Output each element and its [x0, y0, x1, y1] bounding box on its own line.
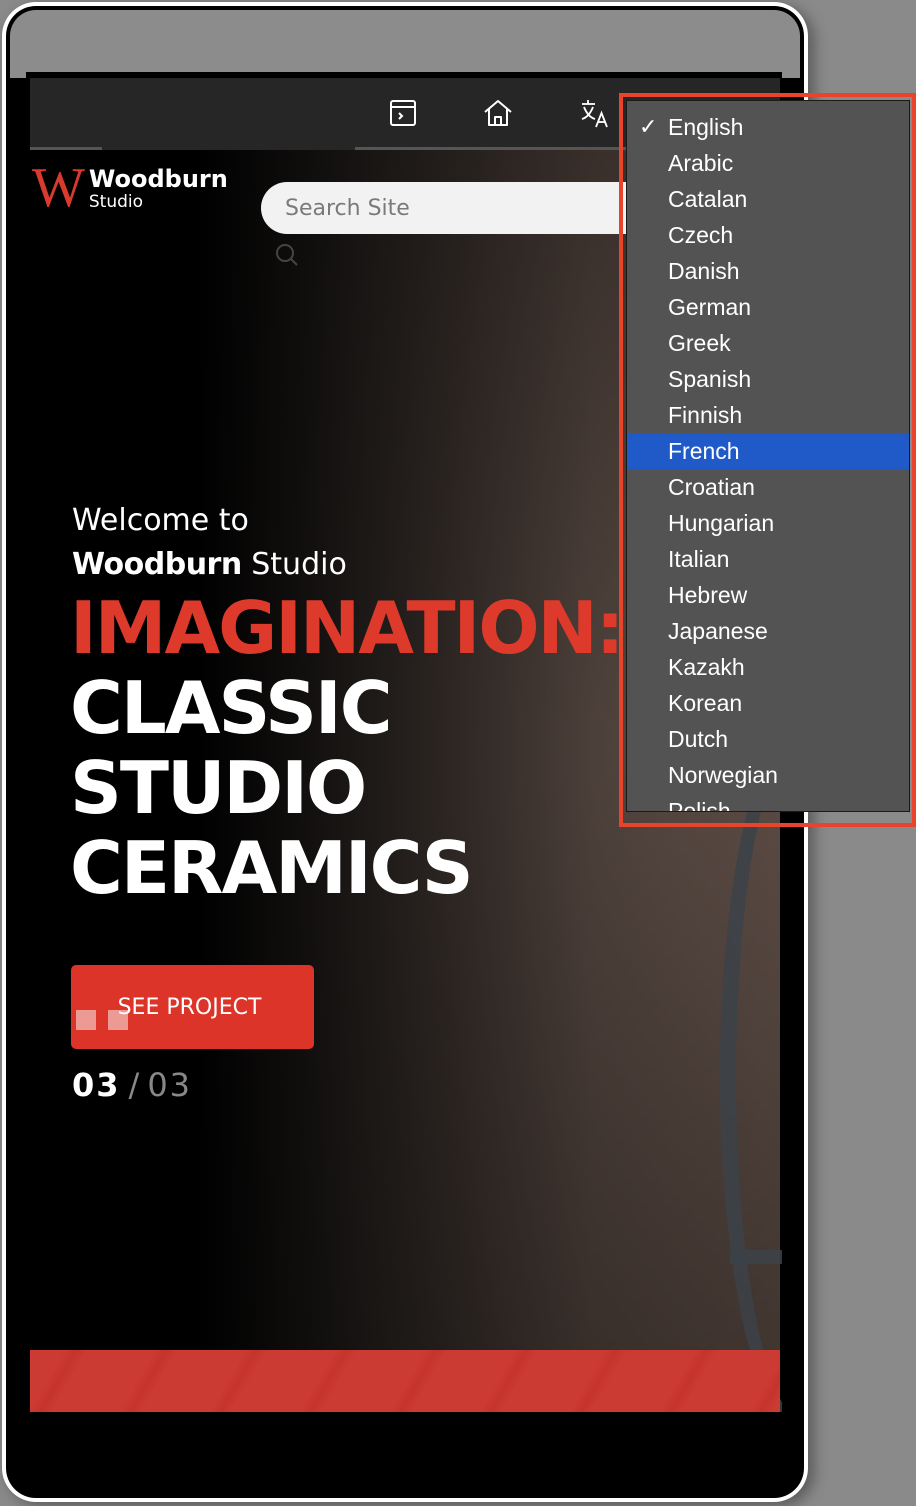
terminal-window-icon[interactable] — [386, 96, 420, 130]
slide-separator: / — [128, 1066, 142, 1104]
logo-mark: W — [32, 157, 85, 219]
headline-red-line: IMAGINATION: — [70, 586, 625, 670]
language-option-label: Japanese — [668, 618, 768, 644]
language-option-greek[interactable]: Greek — [627, 325, 909, 361]
language-option-label: Finnish — [668, 402, 743, 428]
headline-line-3: CERAMICS — [70, 826, 474, 910]
checkmark-icon: ✓ — [639, 114, 658, 139]
language-option-english[interactable]: ✓ English — [627, 109, 909, 145]
search-input[interactable] — [283, 194, 661, 222]
slide-current: 03 — [72, 1066, 121, 1104]
language-option-label: Italian — [668, 546, 730, 572]
language-option-italian[interactable]: Italian — [627, 541, 909, 577]
logo-name: Woodburn — [88, 165, 228, 193]
site-logo[interactable]: W Woodburn Studio — [32, 157, 228, 219]
language-option-label: Korean — [668, 690, 743, 716]
home-icon[interactable] — [481, 96, 515, 130]
language-option-croatian[interactable]: Croatian — [627, 469, 909, 505]
language-option-label: Czech — [668, 222, 734, 248]
welcome-text: Welcome to — [72, 503, 249, 538]
language-option-catalan[interactable]: Catalan — [627, 181, 909, 217]
translate-icon[interactable] — [578, 96, 612, 130]
language-option-korean[interactable]: Korean — [627, 685, 909, 721]
language-option-label: Hebrew — [668, 582, 748, 608]
welcome-brand: Woodburn Studio — [72, 544, 347, 586]
search-icon[interactable] — [274, 242, 300, 268]
hero-background-detail — [730, 1250, 782, 1264]
language-option-japanese[interactable]: Japanese — [627, 613, 909, 649]
headline-line-1: CLASSIC — [70, 666, 393, 750]
language-option-hebrew[interactable]: Hebrew — [627, 577, 909, 613]
slider-dot-2[interactable] — [108, 1010, 128, 1030]
language-option-label: Hungarian — [668, 510, 775, 536]
language-option-french[interactable]: French — [627, 433, 909, 469]
device-bezel — [10, 10, 800, 78]
language-option-czech[interactable]: Czech — [627, 217, 909, 253]
language-option-label: Arabic — [668, 150, 734, 176]
language-option-label: Kazakh — [668, 654, 745, 680]
language-option-label: Catalan — [668, 186, 748, 212]
language-option-danish[interactable]: Danish — [627, 253, 909, 289]
language-option-label: Spanish — [668, 366, 752, 392]
language-option-label: Danish — [668, 258, 740, 284]
welcome-brand-bold: Woodburn — [72, 547, 242, 582]
language-option-finnish[interactable]: Finnish — [627, 397, 909, 433]
language-option-label: Norwegian — [668, 762, 778, 788]
slide-counter: 03/03 — [72, 1066, 192, 1104]
language-option-german[interactable]: German — [627, 289, 909, 325]
language-option-label: German — [668, 294, 752, 320]
see-project-button[interactable]: SEE PROJECT — [71, 965, 314, 1049]
search-box[interactable] — [261, 182, 661, 234]
language-option-label: French — [668, 438, 740, 464]
language-option-label: English — [668, 114, 744, 140]
language-option-hungarian[interactable]: Hungarian — [627, 505, 909, 541]
language-option-arabic[interactable]: Arabic — [627, 145, 909, 181]
language-option-polish[interactable]: Polish — [627, 793, 909, 812]
language-option-kazakh[interactable]: Kazakh — [627, 649, 909, 685]
language-option-norwegian[interactable]: Norwegian — [627, 757, 909, 793]
language-option-label: Polish — [668, 798, 731, 812]
logo-subtitle: Studio — [88, 192, 144, 212]
slide-total: 03 — [147, 1066, 193, 1104]
language-option-spanish[interactable]: Spanish — [627, 361, 909, 397]
headline-line-2: STUDIO — [70, 746, 367, 830]
slider-dot-1[interactable] — [76, 1010, 96, 1030]
red-footer-band — [30, 1350, 780, 1412]
language-option-label: Croatian — [668, 474, 755, 500]
language-option-label: Dutch — [668, 726, 729, 752]
language-option-dutch[interactable]: Dutch — [627, 721, 909, 757]
hero-headline: IMAGINATION: CLASSIC STUDIO CERAMICS — [70, 586, 625, 910]
language-dropdown[interactable]: ✓ English Arabic Catalan Czech Danish German Gr… — [626, 100, 910, 812]
logo-text: Woodburn Studio — [89, 166, 228, 212]
welcome-brand-regular: Studio — [251, 547, 347, 582]
language-option-label: Greek — [668, 330, 731, 356]
